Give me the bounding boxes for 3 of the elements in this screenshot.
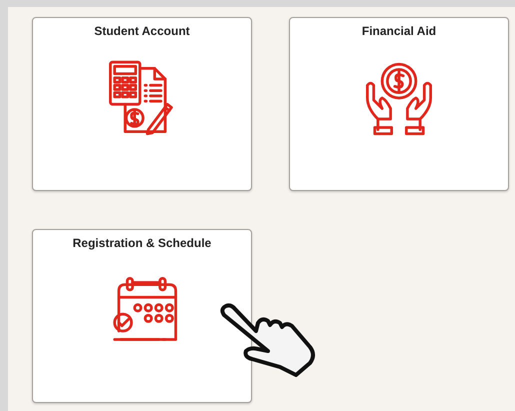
tile-button[interactable]: Student Account	[32, 17, 252, 191]
tile-button[interactable]: Financial Aid	[289, 17, 509, 191]
tile-button[interactable]: Registration & Schedule	[32, 229, 252, 403]
